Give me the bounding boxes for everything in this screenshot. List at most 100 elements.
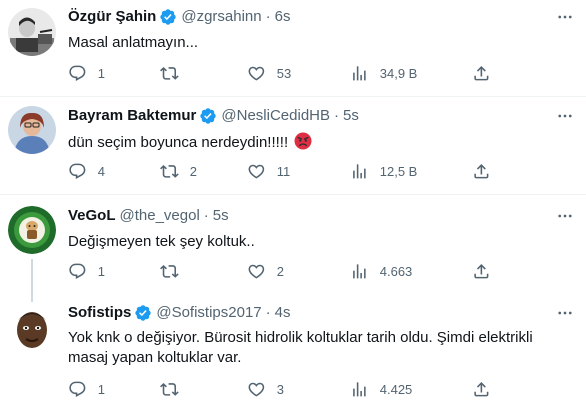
share-button[interactable] — [472, 161, 491, 181]
avatar[interactable] — [8, 106, 56, 154]
views-button[interactable]: 12,5 B — [350, 161, 417, 181]
reply-icon — [69, 263, 86, 279]
reply-count: 1 — [97, 65, 105, 81]
avatar[interactable] — [8, 206, 56, 254]
verified-badge-icon — [134, 304, 152, 322]
reply-count: 1 — [97, 263, 105, 279]
views-count: 4.663 — [379, 263, 413, 279]
tweet-text: Masal anlatmayın... — [68, 34, 199, 51]
retweet-icon — [160, 264, 179, 278]
share-icon — [474, 263, 489, 279]
user-handle[interactable]: @NesliCedidHB — [221, 106, 330, 126]
like-count: 53 — [276, 65, 292, 81]
share-icon — [474, 381, 489, 397]
like-count: 2 — [276, 263, 284, 279]
retweet-button[interactable] — [160, 379, 190, 399]
views-chart-icon — [353, 263, 366, 279]
more-options-icon[interactable] — [556, 8, 574, 26]
tweet-header: Sofistips @Sofistips2017 · 4s — [68, 303, 290, 323]
user-handle[interactable]: @Sofistips2017 — [156, 303, 261, 323]
timestamp[interactable]: 5s — [343, 106, 359, 126]
retweet-count: 2 — [189, 163, 197, 179]
share-button[interactable] — [472, 261, 491, 281]
reply-button[interactable]: 4 — [68, 161, 105, 181]
reply-count: 4 — [97, 163, 105, 179]
separator-dot: · — [203, 207, 209, 224]
views-count: 34,9 B — [379, 65, 418, 81]
tweet-neslicedidhb[interactable]: Bayram Baktemur @NesliCedidHB · 5s dün s… — [0, 97, 586, 194]
views-button[interactable]: 4.425 — [350, 379, 412, 399]
reply-button[interactable]: 1 — [68, 261, 105, 281]
user-handle[interactable]: @the_vegol — [120, 206, 200, 226]
separator-dot: · — [265, 304, 271, 321]
like-button[interactable]: 2 — [247, 261, 284, 281]
views-chart-icon — [353, 65, 366, 81]
reply-button[interactable]: 1 — [68, 63, 105, 83]
thread-connector-line — [31, 259, 33, 296]
tweet-header: Özgür Şahin @zgrsahinn · 6s — [68, 7, 290, 27]
like-button[interactable]: 3 — [247, 379, 284, 399]
tweet-feed: Özgür Şahin @zgrsahinn · 6s Masal anlatm… — [0, 0, 586, 403]
timestamp[interactable]: 4s — [275, 303, 291, 323]
views-button[interactable]: 34,9 B — [350, 63, 417, 83]
heart-icon — [248, 264, 265, 279]
tweet-zgrsahinn[interactable]: Özgür Şahin @zgrsahinn · 6s Masal anlatm… — [0, 0, 586, 96]
tweet-header: Bayram Baktemur @NesliCedidHB · 5s — [68, 106, 359, 126]
display-name[interactable]: Bayram Baktemur — [68, 106, 196, 126]
views-button[interactable]: 4.663 — [350, 261, 412, 281]
retweet-button[interactable] — [160, 261, 190, 281]
timestamp[interactable]: 5s — [213, 206, 229, 226]
verified-badge-icon — [159, 8, 177, 26]
reply-button[interactable]: 1 — [68, 379, 105, 399]
retweet-button[interactable] — [160, 63, 190, 83]
tweet-text: Değişmeyen tek şey koltuk.. — [68, 233, 255, 250]
views-chart-icon — [353, 163, 366, 179]
like-count: 11 — [276, 163, 291, 179]
display-name[interactable]: Sofistips — [68, 303, 131, 323]
retweet-icon — [160, 382, 179, 396]
user-handle[interactable]: @zgrsahinn — [181, 7, 261, 27]
heart-icon — [248, 164, 265, 179]
retweet-icon — [160, 164, 179, 178]
heart-icon — [248, 382, 265, 397]
tweet-text: Yok knk o değişiyor. Bürosit hidrolik ko… — [68, 329, 533, 366]
tweet-header: VeGoL @the_vegol · 5s — [68, 206, 229, 226]
heart-icon — [248, 66, 265, 81]
reply-icon — [69, 163, 86, 179]
thread-connector-line — [31, 296, 33, 302]
timestamp[interactable]: 6s — [275, 7, 291, 27]
reply-count: 1 — [97, 381, 105, 397]
tweet-sofistips2017[interactable]: Sofistips @Sofistips2017 · 4s Yok knk o … — [0, 296, 586, 403]
tweet-actions: 1 53 34,9 B — [60, 63, 580, 83]
retweet-button[interactable]: 2 — [160, 161, 197, 181]
more-options-icon[interactable] — [556, 107, 574, 125]
retweet-icon — [160, 66, 179, 80]
display-name[interactable]: Özgür Şahin — [68, 7, 156, 27]
avatar[interactable] — [8, 8, 56, 56]
tweet-actions: 1 2 4.663 — [60, 261, 580, 281]
share-icon — [474, 163, 489, 179]
like-button[interactable]: 11 — [247, 161, 290, 181]
share-button[interactable] — [472, 379, 491, 399]
verified-badge-icon — [199, 107, 217, 125]
more-options-icon[interactable] — [556, 304, 574, 322]
share-icon — [474, 65, 489, 81]
angry-face-emoji-icon — [294, 132, 312, 150]
more-options-icon[interactable] — [556, 207, 574, 225]
reply-icon — [69, 381, 86, 397]
views-count: 4.425 — [379, 381, 413, 397]
tweet-actions: 1 3 4.425 — [60, 379, 580, 399]
avatar[interactable] — [8, 304, 56, 352]
tweet-text: dün seçim boyunca nerdeydin!!!!! — [68, 134, 289, 151]
like-count: 3 — [276, 381, 284, 397]
like-button[interactable]: 53 — [247, 63, 291, 83]
display-name[interactable]: VeGoL — [68, 206, 116, 226]
views-count: 12,5 B — [379, 163, 418, 179]
tweet-the-vegol[interactable]: VeGoL @the_vegol · 5s Değişmeyen tek şey… — [0, 195, 586, 296]
reply-icon — [69, 65, 86, 81]
share-button[interactable] — [472, 63, 491, 83]
views-chart-icon — [353, 381, 366, 397]
tweet-actions: 4 2 11 12,5 B — [60, 161, 580, 181]
separator-dot: · — [334, 107, 340, 124]
separator-dot: · — [265, 8, 271, 25]
